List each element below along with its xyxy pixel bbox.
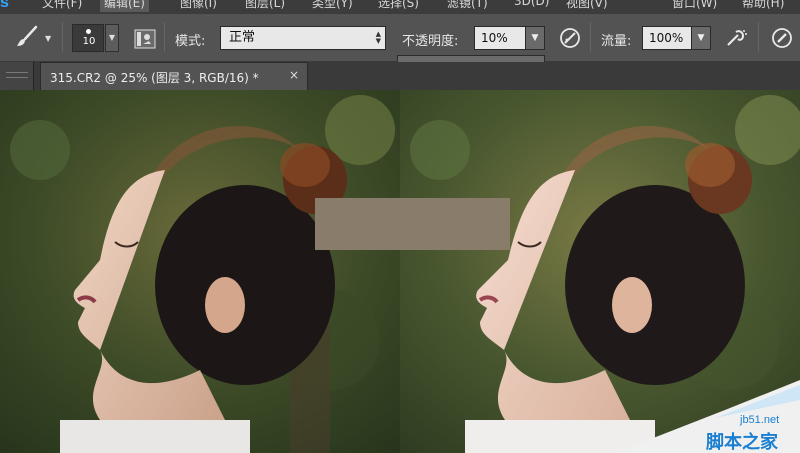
select-updown-icon: ▲ ▼	[375, 30, 381, 45]
menu-window[interactable]: 窗口(W)	[672, 0, 717, 12]
brush-icon[interactable]	[14, 24, 40, 50]
menu-type[interactable]: 类型(Y)	[312, 0, 353, 12]
menu-file[interactable]: 文件(F)	[42, 0, 82, 12]
mode-value: 正常	[229, 30, 256, 45]
separator	[590, 22, 591, 52]
overlay-patch	[315, 198, 510, 250]
brush-size-picker[interactable]: 10	[72, 24, 104, 52]
airbrush-icon[interactable]	[724, 26, 748, 50]
brush-panel-icon[interactable]	[134, 29, 156, 49]
document-tab-title: 315.CR2 @ 25% (图层 3, RGB/16) *	[50, 71, 259, 85]
separator	[758, 22, 759, 52]
watermark-name: 脚本之家	[706, 432, 778, 453]
opacity-label: 不透明度:	[402, 34, 459, 49]
flow-dropdown-icon[interactable]: ▼	[691, 26, 711, 50]
mode-label: 模式:	[175, 34, 206, 49]
panel-collapse-handle[interactable]	[0, 62, 34, 90]
menu-image[interactable]: 图像(I)	[180, 0, 217, 12]
brush-tip-dot-icon	[86, 29, 91, 34]
brush-size-dropdown-icon[interactable]: ▼	[105, 24, 119, 52]
menu-select[interactable]: 选择(S)	[378, 0, 419, 12]
menu-layer[interactable]: 图层(L)	[245, 0, 285, 12]
watermark-domain: jb51.net	[740, 414, 780, 426]
pressure-size-icon[interactable]	[770, 26, 794, 50]
flow-label: 流量:	[601, 34, 632, 49]
mode-select[interactable]: 正常 ▲ ▼	[220, 26, 386, 50]
photoshop-logo: s	[0, 0, 9, 11]
close-tab-icon[interactable]: ×	[289, 68, 299, 82]
menu-3d[interactable]: 3D(D)	[514, 0, 549, 12]
opacity-input[interactable]: 10%	[474, 26, 526, 50]
grip-icon	[6, 72, 28, 78]
separator	[164, 22, 165, 52]
pressure-opacity-icon[interactable]	[558, 26, 582, 50]
menu-edit[interactable]: 编辑(E)	[100, 0, 149, 12]
menu-help[interactable]: 帮助(H)	[742, 0, 784, 12]
document-tab[interactable]: 315.CR2 @ 25% (图层 3, RGB/16) * ×	[40, 62, 308, 90]
menu-filter[interactable]: 滤镜(T)	[447, 0, 488, 12]
photo-before	[0, 90, 400, 453]
menu-bar: s 文件(F) 编辑(E) 图像(I) 图层(L) 类型(Y) 选择(S) 滤镜…	[0, 0, 800, 14]
brush-preset-caret-icon[interactable]: ▼	[45, 34, 51, 43]
menu-view[interactable]: 视图(V)	[566, 0, 608, 12]
document-tab-bar: 315.CR2 @ 25% (图层 3, RGB/16) * ×	[0, 62, 800, 90]
opacity-dropdown-icon[interactable]: ▼	[525, 26, 545, 50]
flow-input[interactable]: 100%	[642, 26, 692, 50]
brush-size-value: 10	[82, 36, 96, 47]
separator	[62, 22, 63, 52]
